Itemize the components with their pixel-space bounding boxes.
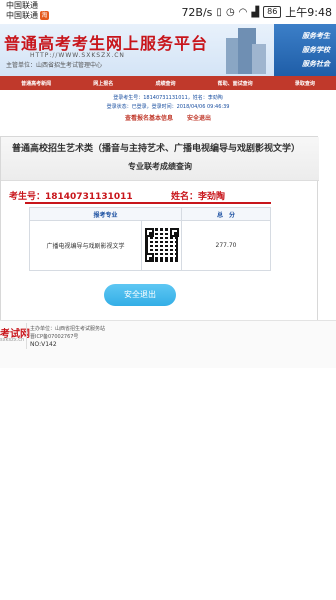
service-students: 服务考生	[302, 32, 330, 40]
network-speed: 72B/s	[181, 5, 213, 19]
nav-admission[interactable]: 录取查询	[295, 80, 315, 87]
footer-sponsor: 主办单位：山西省招生考试服务站	[30, 326, 106, 332]
nav-help[interactable]: 帮助、面试查询	[218, 80, 253, 87]
col-score: 总 分	[181, 207, 271, 221]
taobao-badge-icon: 淘	[40, 11, 49, 20]
carrier-1: 中国联通	[6, 1, 38, 10]
building-illustration	[226, 28, 266, 74]
battery-icon: 86	[263, 6, 282, 18]
carrier-info: 中国联通 中国联通淘	[6, 1, 49, 21]
logout-button[interactable]: 安全退出	[104, 284, 176, 306]
alarm-icon: ◷	[225, 6, 235, 18]
site-host: 主管单位：山西省招生考试管理中心	[6, 62, 103, 69]
login-status: 登录状态：已登录，登录时间：2018/04/06 09:46:39	[106, 104, 230, 110]
panel-title: 普通高校招生艺术类（播音与主持艺术、广播电视编导与戏剧影视文学）	[11, 144, 300, 154]
footer-icp: 晋ICP备07002767号	[30, 334, 79, 340]
nav-score-query[interactable]: 成绩查询	[155, 80, 175, 87]
major-cell: 广播电视编导与戏剧影视文学	[29, 220, 142, 271]
status-bar: 中国联通 中国联通淘 72B/s ▯ ◷ ◠ ▟ 86 上午9:48	[0, 0, 336, 24]
candidate-name: 姓名：李劲陶	[171, 192, 226, 202]
qr-code-icon	[144, 227, 179, 262]
score-table: 报考专业 总 分 广播电视编导与戏剧影视文学 277.70	[29, 207, 271, 271]
nav-registration[interactable]: 网上报名	[93, 80, 113, 87]
signal-icon: ▟	[251, 6, 260, 18]
service-schools: 服务学校	[302, 46, 330, 54]
divider	[25, 202, 271, 204]
score-cell: 277.70	[181, 220, 271, 271]
view-info-link[interactable]: 查看报名基本信息	[125, 115, 173, 122]
table-row: 广播电视编导与戏剧影视文学 277.70	[29, 220, 271, 271]
col-major: 报考专业	[29, 207, 182, 221]
panel-subtitle: 专业联考成绩查询	[128, 162, 192, 171]
footer-text: 主办单位：山西省招生考试服务站 晋ICP备07002767号	[30, 325, 105, 341]
footer: 考试网 sxkszx.cn 主办单位：山西省招生考试服务站 晋ICP备07002…	[0, 320, 336, 368]
service-society: 服务社会	[302, 60, 330, 68]
wifi-icon: ◠	[238, 6, 248, 18]
footer-divider	[26, 323, 27, 349]
candidate-number: 考生号：18140731131011	[9, 192, 133, 202]
account-info: 登录考生号：18140731131011，姓名：李劲陶 登录状态：已登录，登录时…	[0, 94, 336, 123]
login-candidate: 登录考生号：18140731131011，姓名：李劲陶	[113, 95, 223, 101]
carrier-2: 中国联通	[6, 11, 38, 20]
site-banner: 普通高考考生网上服务平台 HTTP://WWW.SXKSZX.CN 主管单位：山…	[0, 24, 336, 76]
panel-header: 普通高校招生艺术类（播音与主持艺术、广播电视编导与戏剧影视文学） 专业联考成绩查…	[1, 137, 319, 181]
site-url: HTTP://WWW.SXKSZX.CN	[30, 52, 125, 59]
main-nav: 普通高考新闻 网上报名 成绩查询 帮助、面试查询 录取查询	[0, 76, 336, 90]
header-logout-link[interactable]: 安全退出	[187, 115, 211, 122]
footer-no: NO:V142	[30, 341, 57, 348]
footer-logo-sub: sxkszx.cn	[0, 337, 25, 343]
qr-cell	[141, 220, 182, 271]
services-panel: 服务考生 服务学校 服务社会	[274, 24, 336, 76]
web-page: 普通高考考生网上服务平台 HTTP://WWW.SXKSZX.CN 主管单位：山…	[0, 24, 336, 600]
site-title: 普通高考考生网上服务平台	[4, 34, 209, 53]
vibrate-icon: ▯	[216, 6, 222, 18]
clock: 上午9:48	[285, 6, 332, 19]
nav-news[interactable]: 普通高考新闻	[21, 80, 51, 87]
